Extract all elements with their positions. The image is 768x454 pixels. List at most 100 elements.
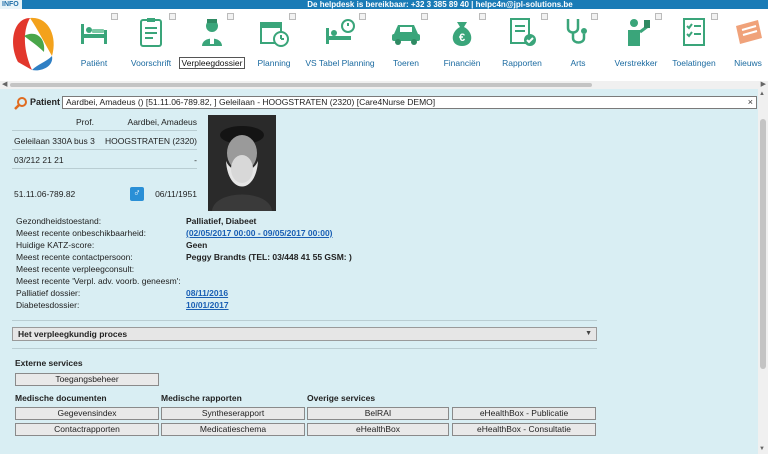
- nav-arts-label: Arts: [570, 58, 586, 68]
- scroll-left-icon[interactable]: ◀: [2, 81, 7, 89]
- nav-planning-label: Planning: [257, 58, 291, 68]
- car-icon: [392, 25, 420, 45]
- search-icon[interactable]: [14, 96, 28, 110]
- nav-verpleegdossier[interactable]: Verpleegdossier: [178, 9, 246, 81]
- patient-title: Prof.: [76, 117, 94, 127]
- unavailability-link[interactable]: (02/05/2017 00:00 - 09/05/2017 00:00): [186, 228, 333, 238]
- medical-reports-title: Medische rapporten: [161, 393, 242, 403]
- nav-nieuws-label: Nieuws: [734, 58, 762, 68]
- pin-icon[interactable]: [111, 13, 118, 20]
- pin-icon[interactable]: [169, 13, 176, 20]
- pin-icon[interactable]: [655, 13, 662, 20]
- patient-search-input[interactable]: Aardbei, Amadeus () [51.11.06-789.82, ] …: [62, 96, 757, 109]
- patient-search-value: Aardbei, Amadeus () [51.11.06-789.82, ] …: [66, 97, 436, 107]
- helpdesk-banner: De helpdesk is bereikbaar: +32 3 385 89 …: [22, 0, 768, 9]
- pin-icon[interactable]: [227, 13, 234, 20]
- nurse-icon: [202, 19, 222, 46]
- patient-photo: [208, 115, 276, 211]
- fact-value: Peggy Brandts (TEL: 03/448 41 55 GSM: ): [186, 252, 352, 262]
- pin-icon[interactable]: [421, 13, 428, 20]
- card-row-identity: 51.11.06-789.82 ♂ 06/11/1951: [12, 185, 197, 203]
- nav-planning[interactable]: Planning: [250, 9, 298, 81]
- info-bar: INFO De helpdesk is bereikbaar: +32 3 38…: [0, 0, 768, 9]
- scroll-right-icon[interactable]: ▶: [761, 81, 766, 89]
- nav-voorschrift[interactable]: Voorschrift: [124, 9, 178, 81]
- pin-icon[interactable]: [479, 13, 486, 20]
- fact-label: Huidige KATZ-score:: [16, 240, 95, 250]
- nav-arts[interactable]: Arts: [556, 9, 600, 81]
- patient-street: Geleilaan 330A bus 3: [14, 136, 95, 146]
- svg-text:€: €: [459, 32, 465, 44]
- nav-patient[interactable]: Patiënt: [68, 9, 120, 81]
- page-scrollbar[interactable]: ▲ ▼: [758, 89, 768, 454]
- nav-toelatingen-label: Toelatingen: [672, 58, 716, 68]
- patient-ssn: 51.11.06-789.82: [14, 189, 76, 199]
- nav-rapporten-label: Rapporten: [502, 58, 542, 68]
- nursing-process-toggle[interactable]: Het verpleegkundig proces ▼: [12, 327, 597, 341]
- money-bag-icon: €: [452, 22, 472, 46]
- stethoscope-icon: [566, 19, 587, 44]
- patient-label: Patient: [30, 97, 61, 107]
- belrai-button[interactable]: BelRAI: [307, 407, 449, 420]
- card-row-name: Prof. Aardbei, Amadeus: [12, 113, 197, 131]
- other-services-title: Overige services: [307, 393, 376, 403]
- fact-label: Meest recente 'Verpl. adv. voorb. genees…: [16, 276, 181, 286]
- pin-icon[interactable]: [541, 13, 548, 20]
- scrollbar-thumb[interactable]: [10, 83, 592, 87]
- patient-phone: 03/212 21 21: [14, 155, 64, 165]
- nav-verstrekker-label: Verstrekker: [614, 58, 658, 68]
- nav-toeren[interactable]: Toeren: [382, 9, 430, 81]
- nav-financien[interactable]: € Financiën: [436, 9, 488, 81]
- pin-icon[interactable]: [711, 13, 718, 20]
- contactrapporten-button[interactable]: Contactrapporten: [15, 423, 159, 436]
- palliative-dossier-link[interactable]: 08/11/2016: [186, 288, 228, 298]
- nav-financien-label: Financiën: [443, 58, 481, 68]
- nav-nieuws[interactable]: Nieuws: [728, 9, 768, 81]
- nav-vs-tabel-planning[interactable]: VS Tabel Planning: [300, 9, 380, 81]
- nav-voorschrift-label: Voorschrift: [130, 58, 172, 68]
- nav-toelatingen[interactable]: Toelatingen: [668, 9, 720, 81]
- fact-label: Diabetesdossier:: [16, 300, 80, 310]
- clear-icon[interactable]: ×: [748, 97, 753, 108]
- calendar-clock-icon: [260, 22, 289, 47]
- patient-bed-icon: [81, 24, 107, 44]
- info-label: INFO: [2, 1, 19, 8]
- newspaper-icon: [736, 20, 762, 44]
- fact-value: Palliatief, Diabeet: [186, 216, 257, 226]
- clipboard-icon: [140, 18, 162, 47]
- diabetes-dossier-link[interactable]: 10/01/2017: [186, 300, 229, 310]
- medicatieschema-button[interactable]: Medicatieschema: [161, 423, 305, 436]
- nav-rapporten[interactable]: Rapporten: [494, 9, 550, 81]
- pin-icon[interactable]: [289, 13, 296, 20]
- pin-icon[interactable]: [359, 13, 366, 20]
- male-icon: ♂: [130, 187, 144, 201]
- fact-label: Meest recente onbeschikbaarheid:: [16, 228, 146, 238]
- nav-toeren-label: Toeren: [393, 58, 419, 68]
- syntheserapport-button[interactable]: Syntheserapport: [161, 407, 305, 420]
- toolbar-scrollbar[interactable]: ◀ ▶: [0, 81, 768, 89]
- ehealthbox-consultatie-button[interactable]: eHealthBox - Consultatie: [452, 423, 596, 436]
- fact-label: Gezondheidstoestand:: [16, 216, 102, 226]
- fact-label: Palliatief dossier:: [16, 288, 81, 298]
- toegangsbeheer-button[interactable]: Toegangsbeheer: [15, 373, 159, 386]
- main-toolbar: Patiënt Voorschrift Verpleegdossier Plan…: [0, 9, 768, 81]
- app-logo: [13, 17, 54, 71]
- patient-search-bar: Patient Aardbei, Amadeus () [51.11.06-78…: [12, 95, 758, 111]
- ehealthbox-button[interactable]: eHealthBox: [307, 423, 449, 436]
- ehealthbox-publicatie-button[interactable]: eHealthBox - Publicatie: [452, 407, 596, 420]
- patient-birthdate: 06/11/1951: [155, 189, 197, 199]
- patient-phone-extra: -: [194, 155, 197, 165]
- patient-name: Aardbei, Amadeus: [127, 117, 197, 127]
- nav-verstrekker[interactable]: Verstrekker: [608, 9, 664, 81]
- scroll-down-icon[interactable]: ▼: [759, 446, 765, 452]
- scrollbar-thumb[interactable]: [760, 119, 766, 369]
- patient-city: HOOGSTRATEN (2320): [105, 136, 197, 146]
- fact-label: Meest recente verpleegconsult:: [16, 264, 135, 274]
- fact-value: Geen: [186, 240, 208, 250]
- report-icon: [510, 18, 536, 46]
- nursing-process-label: Het verpleegkundig proces: [18, 329, 128, 339]
- bed-clock-icon: [326, 19, 355, 44]
- scroll-up-icon[interactable]: ▲: [759, 91, 765, 97]
- gegevensindex-button[interactable]: Gegevensindex: [15, 407, 159, 420]
- fact-label: Meest recente contactpersoon:: [16, 252, 133, 262]
